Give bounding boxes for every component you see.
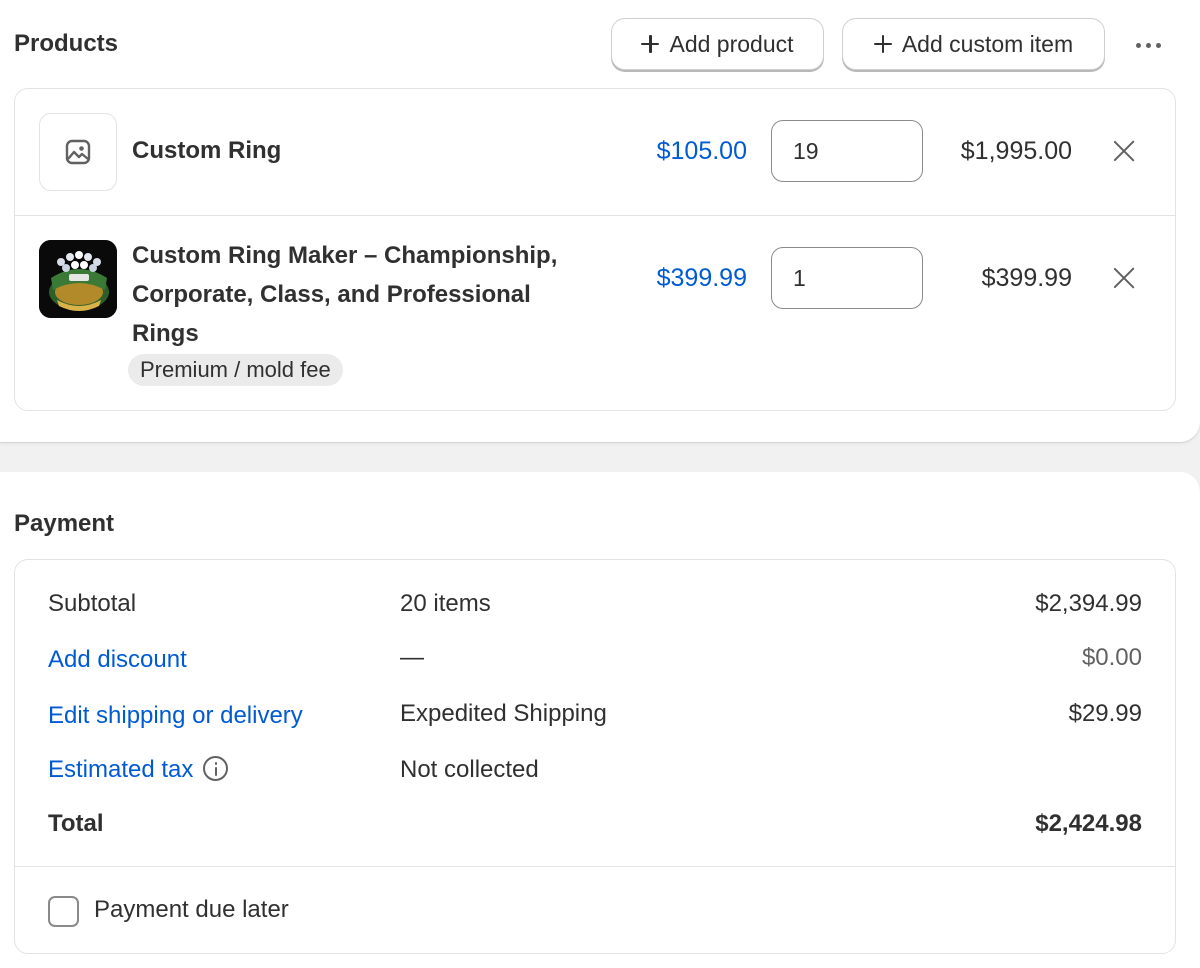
estimated-tax-row: Estimated tax [48,756,229,784]
payment-card: Payment Subtotal 20 items $2,394.99 Add … [0,472,1200,968]
info-icon[interactable] [203,756,229,782]
row-divider [15,866,1175,867]
variant-tag: Premium / mold fee [128,354,343,386]
subtotal-amount: $2,394.99 [1035,590,1142,617]
products-title: Products [14,30,119,57]
ring-product-image [39,240,117,318]
image-placeholder-icon [65,139,91,165]
payment-due-later-label[interactable]: Payment due later [94,896,289,924]
add-custom-item-button[interactable]: Add custom item [842,18,1105,70]
line-total: $1,995.00 [960,137,1072,165]
payment-due-later-checkbox[interactable] [48,896,79,927]
edit-shipping-link[interactable]: Edit shipping or delivery [48,702,303,730]
product-name[interactable]: Custom Ring [132,131,602,170]
discount-detail: — [400,644,424,671]
add-custom-item-label: Add custom item [901,30,1074,57]
total-amount: $2,424.98 [1035,810,1142,837]
add-discount-link[interactable]: Add discount [48,646,187,674]
line-total: $399.99 [981,264,1072,292]
unit-price-link[interactable]: $399.99 [657,264,747,293]
more-actions-icon[interactable] [1126,30,1170,60]
discount-amount: $0.00 [1081,644,1142,671]
product-thumbnail [39,113,117,191]
subtotal-label: Subtotal [48,590,137,617]
add-product-label: Add product [669,30,794,57]
close-icon[interactable] [1109,136,1139,166]
product-thumbnail [39,240,117,318]
plus-icon [873,35,892,53]
plus-icon [641,35,660,53]
products-card: Products Add product Add custom item Cus… [0,0,1200,442]
product-name[interactable]: Custom Ring Maker – Championship, Corpor… [132,236,602,353]
unit-price-link[interactable]: $105.00 [657,137,747,166]
product-list: Custom Ring $105.00 $1,995.00 [14,88,1176,411]
quantity-input[interactable] [771,120,923,182]
total-label: Total [48,810,104,837]
payment-title: Payment [14,510,115,537]
payment-summary: Subtotal 20 items $2,394.99 Add discount… [14,559,1176,954]
subtotal-items: 20 items [400,590,491,617]
quantity-input[interactable] [771,247,923,309]
tax-status: Not collected [400,756,539,783]
shipping-amount: $29.99 [1068,700,1142,727]
shipping-method: Expedited Shipping [400,700,607,727]
close-icon[interactable] [1109,263,1139,293]
estimated-tax-link[interactable]: Estimated tax [48,756,193,783]
row-divider [15,215,1175,216]
add-product-button[interactable]: Add product [611,18,824,70]
